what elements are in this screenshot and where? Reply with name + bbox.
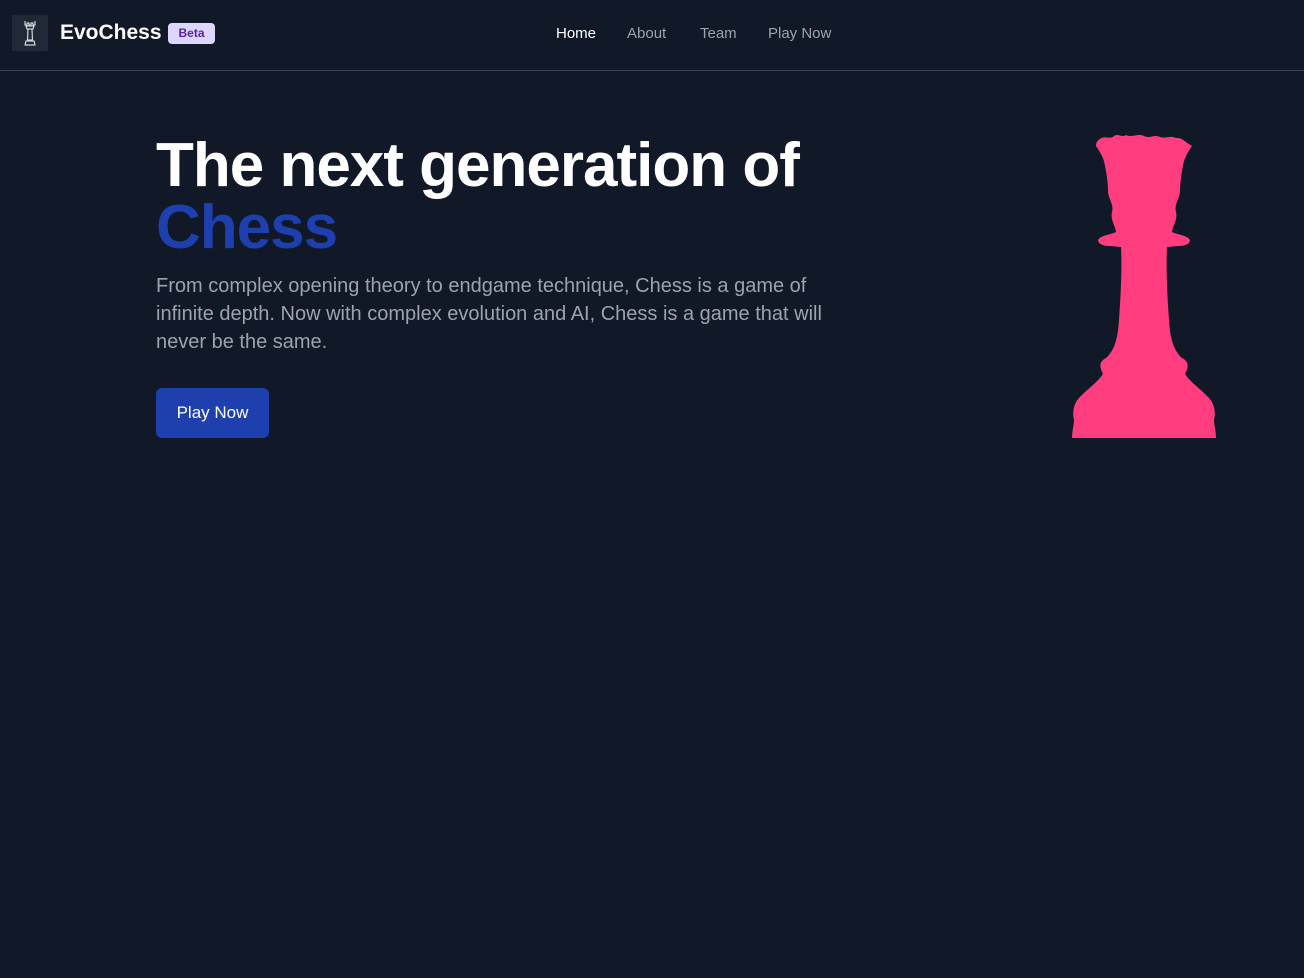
nav-home[interactable]: Home <box>556 24 596 44</box>
hero-title-main: The next generation of <box>156 131 800 200</box>
logo[interactable] <box>12 15 48 51</box>
navbar: EvoChess Beta Home About Team Play Now <box>0 0 1304 71</box>
chess-rook-icon <box>24 21 36 46</box>
brand-name[interactable]: EvoChess <box>60 21 162 45</box>
play-now-button[interactable]: Play Now <box>156 388 269 438</box>
nav-team[interactable]: Team <box>700 24 737 44</box>
nav-play-now[interactable]: Play Now <box>768 24 831 44</box>
hero-description: From complex opening theory to endgame t… <box>156 275 822 353</box>
chess-rook-icon <box>1072 135 1216 438</box>
hero-title-accent: Chess <box>156 193 338 262</box>
nav-about[interactable]: About <box>627 24 666 44</box>
beta-badge: Beta <box>168 23 215 44</box>
hero-title: The next generation of Chess <box>156 135 800 262</box>
